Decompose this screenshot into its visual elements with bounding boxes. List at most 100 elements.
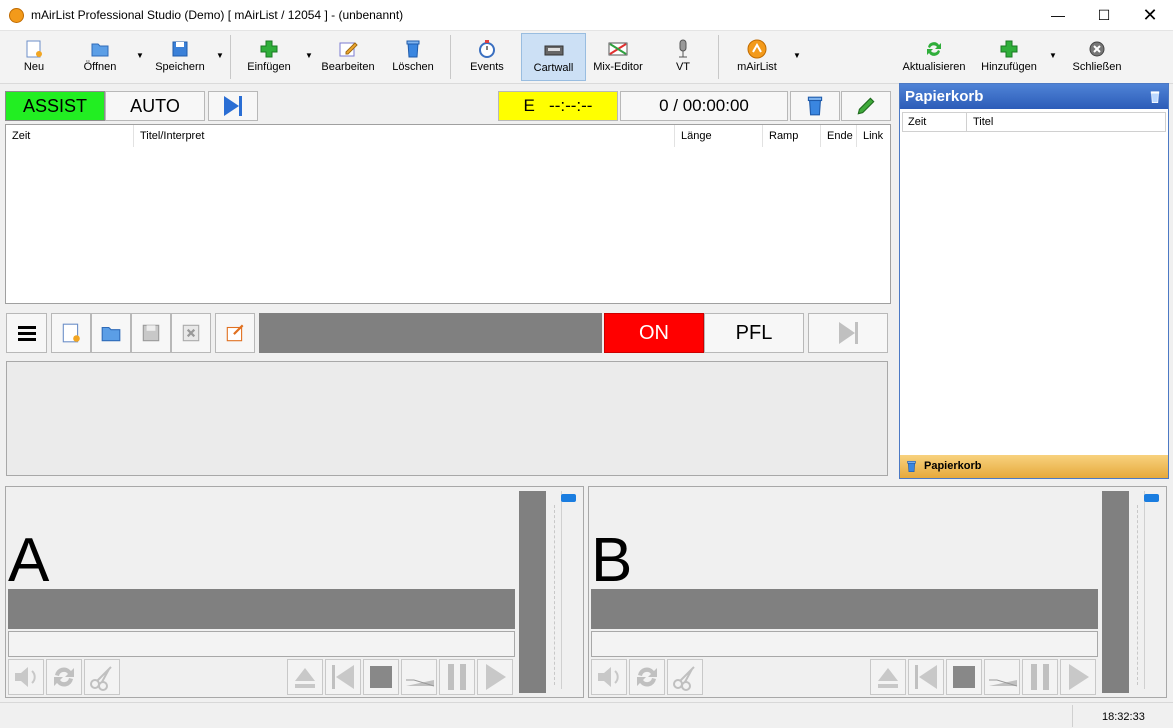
recycle-bin-tab[interactable]: Papierkorb [900,455,1168,478]
player-letter: A [8,526,50,595]
save-dropdown-arrow[interactable]: ▼ [215,51,225,61]
menu-button[interactable] [6,313,47,353]
cart-new-button[interactable] [51,313,91,353]
events-button[interactable]: Events [462,33,512,81]
volume-fader[interactable] [561,491,577,689]
insert-dropdown-arrow[interactable]: ▼ [304,51,314,61]
open-dropdown-arrow[interactable]: ▼ [135,51,145,61]
mix-editor-button[interactable]: Mix-Editor [590,33,646,81]
column-header-link[interactable]: Link [857,125,890,147]
pause-icon [1031,664,1049,690]
open-button[interactable]: Öffnen [76,33,124,81]
maximize-button[interactable]: ☐ [1081,0,1127,31]
cartwall-button[interactable]: Cartwall [521,33,586,81]
fade-button[interactable] [401,659,437,695]
recycle-bin-tab-label: Papierkorb [924,460,982,472]
add-label: Hinzufügen [981,61,1037,73]
next-track-button[interactable] [208,91,258,121]
play-button[interactable] [1060,659,1096,695]
delete-button[interactable]: Löschen [388,33,438,81]
recycle-bin-header: Papierkorb [900,84,1168,109]
refresh-label: Aktualisieren [902,61,966,73]
cart-next-button[interactable] [808,313,888,353]
auto-mode-button[interactable]: AUTO [105,91,205,121]
rewind-button[interactable] [908,659,944,695]
status-divider [1072,705,1073,727]
delete-x-icon [182,324,200,342]
playlist-trash-button[interactable] [790,91,840,121]
recycle-bin-title: Papierkorb [905,88,984,105]
playlist-edit-button[interactable] [841,91,891,121]
mairlist-button[interactable]: mAirList [730,33,784,81]
window-title: mAirList Professional Studio (Demo) [ mA… [31,8,404,22]
column-header-time[interactable]: Zeit [903,113,967,131]
column-header-ramp[interactable]: Ramp [763,125,821,147]
add-button[interactable]: Hinzufügen [976,33,1042,81]
save-button[interactable]: Speichern [150,33,210,81]
vt-button[interactable]: VT [660,33,706,81]
cart-save-button[interactable] [131,313,171,353]
trash-icon [907,460,916,473]
player-b: B [588,486,1167,698]
eject-button[interactable] [870,659,906,695]
stop-button[interactable] [363,659,399,695]
floppy-icon [172,41,188,57]
loop-icon [54,667,74,687]
refresh-button[interactable]: Aktualisieren [900,33,968,81]
column-header-time[interactable]: Zeit [6,125,134,147]
playlist-counter: 0 / 00:00:00 [620,91,788,121]
insert-button[interactable]: Einfügen [240,33,298,81]
new-label: Neu [23,61,45,73]
loop-button[interactable] [629,659,665,695]
cartwall-icon [544,45,563,56]
player-title-bar [591,589,1098,629]
minimize-button[interactable]: — [1035,0,1081,31]
cart-delete-button[interactable] [171,313,211,353]
assist-mode-button[interactable]: ASSIST [5,91,105,121]
new-file-icon [26,40,42,58]
close-window-button[interactable]: ✕ [1127,0,1173,31]
mairlist-dropdown-arrow[interactable]: ▼ [792,51,802,61]
pause-button[interactable] [1022,659,1058,695]
rewind-button[interactable] [325,659,361,695]
loop-button[interactable] [46,659,82,695]
fade-button[interactable] [984,659,1020,695]
add-dropdown-arrow[interactable]: ▼ [1048,51,1058,61]
edit-label: Bearbeiten [321,61,375,73]
fader-knob[interactable] [1144,494,1159,502]
loop-icon [637,667,657,687]
toolbar: Neu Öffnen ▼ Speichern ▼ Einfügen ▼ Bear… [0,31,1173,84]
mix-editor-icon [608,42,628,56]
cue-button[interactable] [667,659,703,695]
on-air-button[interactable]: ON [604,313,704,353]
pause-button[interactable] [439,659,475,695]
column-header-title[interactable]: Titel/Interpret [134,125,675,147]
eject-button[interactable] [287,659,323,695]
playlist-table[interactable]: Zeit Titel/Interpret Länge Ramp Ende Lin… [5,124,891,304]
new-button[interactable]: Neu [12,33,56,81]
edit-button[interactable]: Bearbeiten [318,33,378,81]
column-header-title[interactable]: Titel [967,113,1165,131]
fader-knob[interactable] [561,494,576,502]
cart-open-button[interactable] [91,313,131,353]
microphone-icon [679,39,687,58]
volume-button[interactable] [8,659,44,695]
column-header-end[interactable]: Ende [821,125,857,147]
pfl-button[interactable]: PFL [704,313,804,353]
open-label: Öffnen [83,61,117,73]
close-button[interactable]: Schließen [1068,33,1126,81]
column-header-length[interactable]: Länge [675,125,763,147]
stop-button[interactable] [946,659,982,695]
level-meter [519,491,546,693]
cue-button[interactable] [84,659,120,695]
volume-fader[interactable] [1144,491,1160,689]
play-button[interactable] [477,659,513,695]
mix-editor-label: Mix-Editor [593,61,643,73]
fader-scale [1137,505,1143,685]
status-bar: 18:32:33 [0,702,1173,728]
mairlist-logo-icon [747,39,767,59]
player-letter: B [591,526,633,595]
cart-properties-button[interactable] [215,313,255,353]
volume-button[interactable] [591,659,627,695]
cart-info-panel [6,361,888,476]
